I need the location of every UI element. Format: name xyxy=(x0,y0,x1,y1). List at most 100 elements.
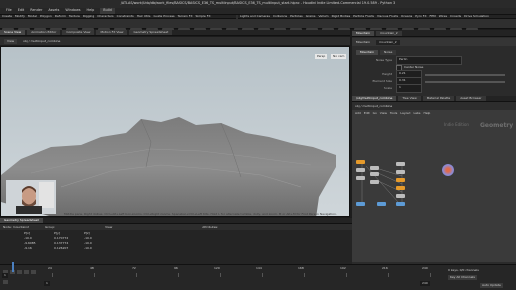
tick-label: 216 xyxy=(382,266,388,270)
scale-field[interactable]: 1 xyxy=(396,84,422,93)
menu-help[interactable]: Help xyxy=(87,8,95,12)
viewport-tab-label[interactable]: View xyxy=(4,38,18,44)
param-tab-mountain[interactable]: Mountain xyxy=(356,49,378,55)
tab-geometry-spreadsheet[interactable]: Geometry Spreadsheet xyxy=(129,30,173,35)
selected-output-node[interactable] xyxy=(442,164,454,176)
shelf-tab-polygon[interactable]: Polygon xyxy=(40,15,52,18)
network-node[interactable] xyxy=(377,202,386,206)
key-all-button[interactable]: Key All Channels xyxy=(448,275,477,280)
spreadsheet-group-label: Group: xyxy=(45,224,56,229)
network-node[interactable] xyxy=(370,166,379,170)
spreadsheet-view-label[interactable]: View xyxy=(105,225,112,229)
shelf-tab-simple-fx[interactable]: Simple FX xyxy=(196,15,211,18)
keys-status: 0 keys, 0/0 channels xyxy=(448,268,479,272)
spreadsheet-attributes-label: Attributes: xyxy=(202,224,219,229)
shelf-tab-create[interactable]: Create xyxy=(2,15,12,18)
shelf-tab-model[interactable]: Model xyxy=(28,15,37,18)
tab-geometry-spreadsheet-bottom[interactable]: Geometry Spreadsheet xyxy=(0,218,43,223)
shelf-tab-oceans[interactable]: Oceans xyxy=(401,15,412,18)
tick-label: 96 xyxy=(174,266,178,270)
auto-update-menu[interactable]: Auto Update xyxy=(480,283,503,288)
tick-label: 192 xyxy=(340,266,346,270)
shelf-tab-pyro-fx[interactable]: Pyro FX xyxy=(415,15,426,18)
noise-type-dropdown[interactable]: Perlin xyxy=(396,56,462,65)
shelf-tab-fem[interactable]: FEM xyxy=(430,15,436,18)
end-frame-field[interactable]: 240 xyxy=(420,281,430,286)
shelf-tab-grains[interactable]: Grains xyxy=(306,15,316,18)
network-node[interactable] xyxy=(396,178,405,182)
network-node[interactable] xyxy=(370,180,379,184)
shelf-tab-wires[interactable]: Wires xyxy=(439,15,447,18)
element-size-slider[interactable] xyxy=(425,80,505,83)
tab-network[interactable]: /obj/multiinput_combine xyxy=(352,96,397,101)
network-node[interactable] xyxy=(396,202,405,206)
shelf-tab-vellum[interactable]: Vellum xyxy=(318,15,328,18)
network-node[interactable] xyxy=(356,202,365,206)
menu-render[interactable]: Render xyxy=(30,8,42,12)
network-path[interactable]: obj / multiinput_combine xyxy=(355,104,392,108)
shelf-tab-modify[interactable]: Modify xyxy=(15,15,25,18)
network-node[interactable] xyxy=(396,186,405,190)
shelf-tab-lights-cameras[interactable]: Lights and Cameras xyxy=(240,15,270,18)
network-node[interactable] xyxy=(370,172,379,176)
shelf-tab-hair-utils[interactable]: Hair Utils xyxy=(137,15,151,18)
tab-animation-editor[interactable]: Animation Editor xyxy=(27,30,61,35)
shelf-tab-guide-process[interactable]: Guide Process xyxy=(153,15,174,18)
tick-label: 120 xyxy=(214,266,220,270)
tab-params-node[interactable]: mountain_2 xyxy=(375,30,402,36)
viewport-path[interactable]: obj / multiinput_combine xyxy=(23,39,60,43)
jump-end-icon[interactable] xyxy=(3,280,8,284)
timeline-ruler[interactable]: 24 48 72 96 120 144 168 192 216 240 xyxy=(12,267,432,279)
viewport-pane-tabs: Scene View Animation Editor Composite Vi… xyxy=(0,30,350,36)
shelf-tab-rigid-bodies[interactable]: Rigid Bodies xyxy=(332,15,351,18)
network-node[interactable] xyxy=(356,160,365,164)
table-cell: -10.0 xyxy=(24,236,32,240)
menu-file[interactable]: File xyxy=(6,8,12,12)
tab-asset-browser[interactable]: Asset Browser xyxy=(456,96,486,101)
start-frame-field[interactable]: 1 xyxy=(44,281,50,286)
network-node[interactable] xyxy=(356,168,365,172)
camera-persp-menu[interactable]: Persp xyxy=(315,54,328,59)
current-frame-field[interactable]: 1 xyxy=(2,273,8,278)
shelf-tab-deform[interactable]: Deform xyxy=(55,15,66,18)
table-cell: -10.0 xyxy=(84,246,92,250)
param-row-height: Height 0.21 xyxy=(356,70,512,79)
table-cell: -10.0 xyxy=(84,241,92,245)
desktop-select[interactable]: Build xyxy=(100,8,115,14)
camera-select-menu[interactable]: No cam xyxy=(331,54,347,59)
network-node[interactable] xyxy=(396,170,405,174)
shelf-tab-rigging[interactable]: Rigging xyxy=(83,15,94,18)
network-node[interactable] xyxy=(396,162,405,166)
shelf-tab-constraints[interactable]: Constraints xyxy=(117,15,134,18)
shelf-tab-collisions[interactable]: Collisions xyxy=(273,15,287,18)
shelf-tab-viscous-fluids[interactable]: Viscous Fluids xyxy=(377,15,398,18)
tab-composite-view[interactable]: Composite View xyxy=(62,30,95,35)
network-editor[interactable]: Add Edit Go View Tools Layout Labs Help … xyxy=(352,110,516,262)
shelf-tab-characters[interactable]: Characters xyxy=(97,15,113,18)
menu-windows[interactable]: Windows xyxy=(65,8,80,12)
network-node[interactable] xyxy=(396,194,405,198)
shelf-tab-terrain-fx[interactable]: Terrain FX xyxy=(178,15,193,18)
shelf-tab-drive-simulation[interactable]: Drive Simulation xyxy=(464,15,489,18)
height-slider[interactable] xyxy=(425,73,505,76)
tab-scene-view[interactable]: Scene View xyxy=(0,30,26,35)
shelf-tab-particles[interactable]: Particles xyxy=(290,15,303,18)
tab-motion-fx-view[interactable]: Motion FX View xyxy=(96,30,128,35)
menu-assets[interactable]: Assets xyxy=(48,8,59,12)
shelf-tab-texture[interactable]: Texture xyxy=(69,15,80,18)
shelf-tab-particle-fluids[interactable]: Particle Fluids xyxy=(353,15,374,18)
tab-material-palette[interactable]: Material Palette xyxy=(422,96,455,101)
tab-params-mountain[interactable]: Mountain xyxy=(352,30,374,36)
tick-label: 240 xyxy=(422,266,428,270)
shelf-toolbar: Create Modify Model Polygon Deform Textu… xyxy=(0,15,516,34)
menu-edit[interactable]: Edit xyxy=(18,8,25,12)
param-node-name-field[interactable]: mountain_2 xyxy=(375,39,400,45)
tab-tree-view[interactable]: Tree View xyxy=(398,96,421,101)
spreadsheet-table: P[x] P[y] P[z] -10.0 0.170772 -10.0 -9.6… xyxy=(0,230,352,264)
param-label: Element Size xyxy=(372,79,392,83)
param-tab-noise[interactable]: Noise xyxy=(379,49,397,55)
shelf-tab-crowds[interactable]: Crowds xyxy=(450,15,461,18)
network-node[interactable] xyxy=(356,176,365,180)
param-label: Scale xyxy=(383,86,392,90)
timeline-playhead[interactable] xyxy=(12,262,14,272)
